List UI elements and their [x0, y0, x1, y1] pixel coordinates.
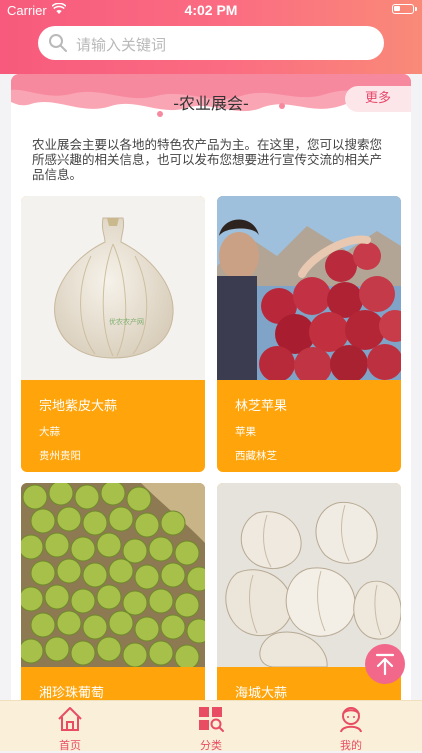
tab-bar: 首页 分类 我的 — [0, 700, 422, 752]
product-location: 西藏林芝 — [235, 450, 277, 462]
section-description: 农业展会主要以各地的特色农产品为主。在这里，您可以搜索您所感兴趣的相关信息，也可… — [32, 137, 383, 182]
tab-profile[interactable]: 我的 — [321, 701, 381, 752]
product-name: 湘珍珠葡萄 — [39, 686, 105, 700]
product-category: 大蒜 — [39, 426, 60, 438]
tab-profile-label: 我的 — [340, 739, 362, 752]
product-name: 宗地紫皮大蒜 — [39, 399, 118, 414]
search-bar[interactable]: 请输入关键词 — [38, 26, 384, 60]
product-card[interactable]: 优农农产网 宗地紫皮大蒜 大蒜 贵州贵阳 — [21, 196, 205, 472]
arrow-up-icon — [375, 653, 395, 676]
content-panel: 农业展会主要以各地的特色农产品为主。在这里，您可以搜索您所感兴趣的相关信息，也可… — [11, 134, 411, 700]
tab-category-label: 分类 — [200, 739, 222, 752]
garlic-image: 优农农产网 — [21, 196, 205, 380]
tab-home[interactable]: 首页 — [40, 701, 100, 752]
battery-icon — [392, 4, 417, 14]
search-input[interactable]: 请输入关键词 — [76, 34, 166, 55]
back-to-top-button[interactable] — [365, 644, 405, 684]
product-card[interactable]: 湘珍珠葡萄 — [21, 483, 205, 700]
profile-icon — [340, 707, 362, 733]
grape-image — [21, 483, 205, 667]
category-icon — [199, 707, 224, 732]
more-button[interactable]: 更多 — [345, 86, 411, 112]
tab-home-label: 首页 — [59, 739, 81, 752]
product-location: 贵州贵阳 — [39, 450, 81, 462]
status-time: 4:02 PM — [184, 2, 238, 18]
tab-category[interactable]: 分类 — [181, 701, 241, 752]
apple-image — [217, 196, 401, 380]
garlic-bulbs-image — [217, 483, 401, 667]
product-card[interactable]: 林芝苹果 苹果 西藏林芝 — [217, 196, 401, 472]
section-banner: -农业展会- 更多 — [11, 74, 411, 134]
search-icon — [49, 34, 67, 52]
product-name: 林芝苹果 — [235, 399, 288, 414]
home-icon — [58, 707, 82, 731]
watermark-text: 优农农产网 — [109, 317, 144, 326]
status-bar: Carrier 4:02 PM — [0, 0, 422, 22]
product-category: 苹果 — [235, 426, 256, 438]
product-name: 海城大蒜 — [235, 686, 288, 700]
